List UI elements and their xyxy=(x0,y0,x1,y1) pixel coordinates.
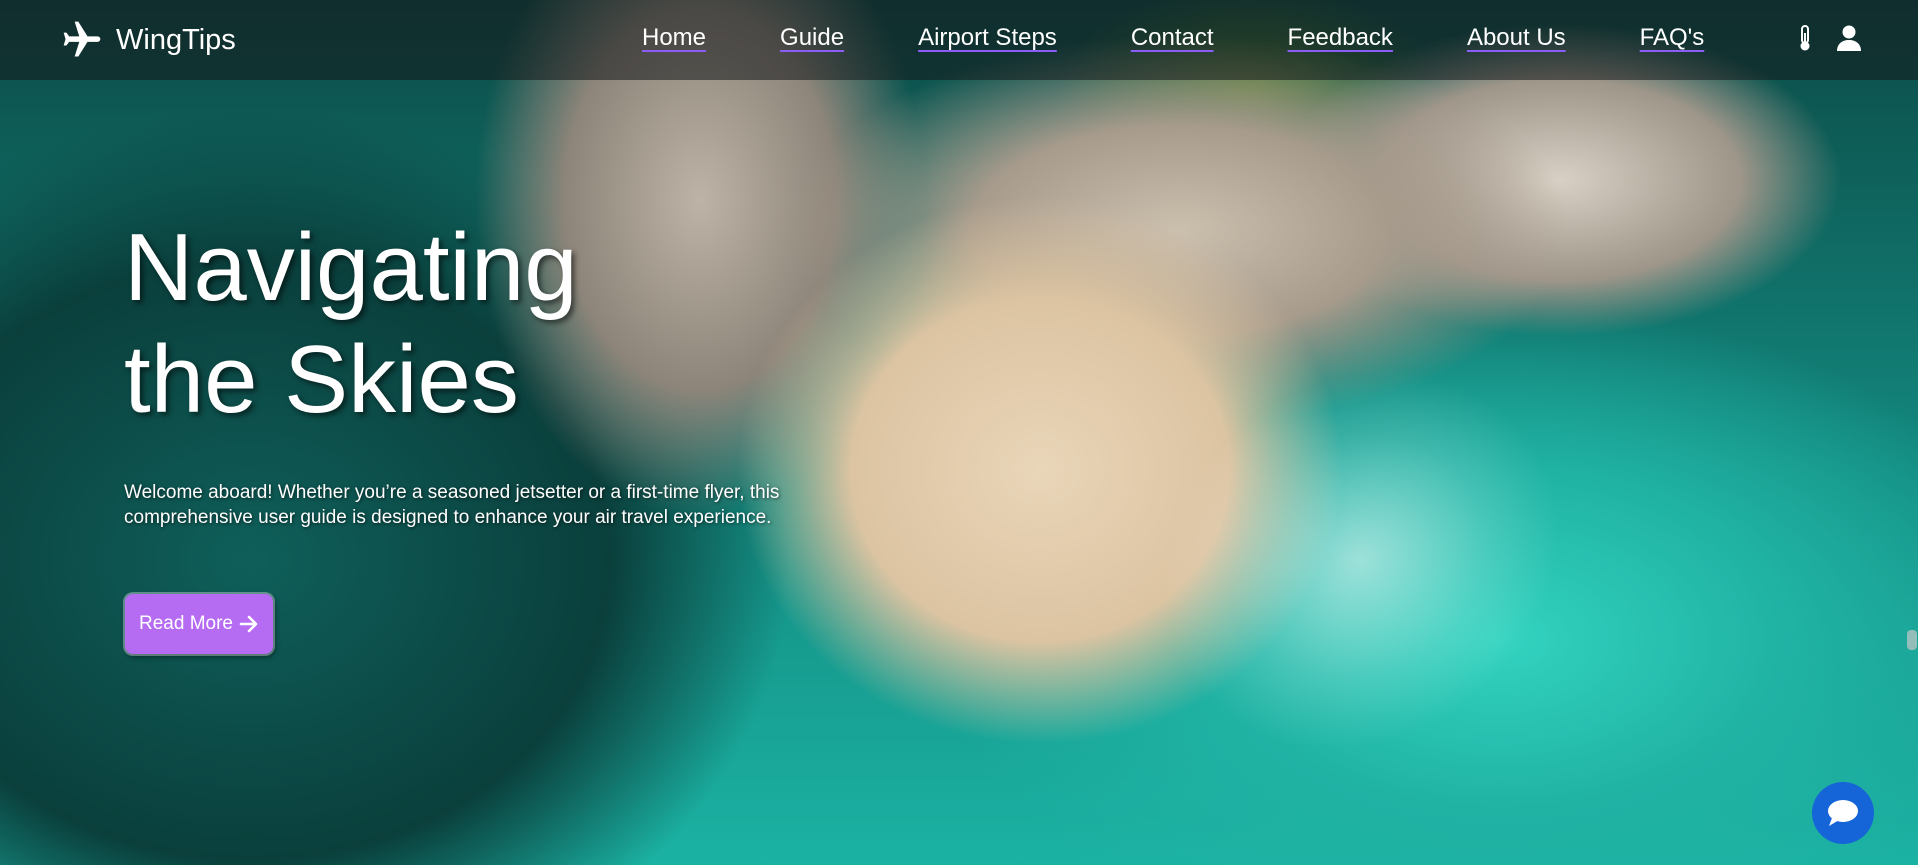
hero-title-line1: Navigating xyxy=(124,214,578,321)
brand-logo[interactable]: WingTips xyxy=(60,18,236,62)
scrollbar[interactable] xyxy=(1904,0,1918,865)
nav-link-faqs[interactable]: FAQ's xyxy=(1640,24,1705,52)
arrow-right-icon xyxy=(239,615,258,633)
hero-title-line2: the Skies xyxy=(124,326,519,433)
nav-link-guide[interactable]: Guide xyxy=(780,24,844,52)
nav-link-feedback[interactable]: Feedback xyxy=(1288,24,1393,52)
nav-links: Home Guide Airport Steps Contact Feedbac… xyxy=(642,24,1704,52)
user-icon[interactable] xyxy=(1836,24,1862,52)
hero-title: Navigating the Skies xyxy=(124,212,764,436)
read-more-button[interactable]: Read More xyxy=(125,594,273,654)
brand-name: WingTips xyxy=(116,23,236,56)
hero-description: Welcome aboard! Whether you’re a seasone… xyxy=(124,482,780,528)
nav-link-airport-steps[interactable]: Airport Steps xyxy=(918,24,1057,52)
navbar: WingTips Home Guide Airport Steps Contac… xyxy=(0,0,1918,80)
thermometer-icon[interactable] xyxy=(1796,24,1814,52)
airplane-icon xyxy=(63,21,101,57)
nav-link-home[interactable]: Home xyxy=(642,24,706,52)
page: WingTips Home Guide Airport Steps Contac… xyxy=(0,0,1918,865)
nav-link-about-us[interactable]: About Us xyxy=(1467,24,1566,52)
nav-link-contact[interactable]: Contact xyxy=(1131,24,1214,52)
read-more-label: Read More xyxy=(139,613,233,634)
chat-button[interactable] xyxy=(1812,782,1874,844)
chat-bubble-icon xyxy=(1828,800,1858,826)
scrollbar-thumb[interactable] xyxy=(1907,630,1917,650)
nav-icons xyxy=(1796,24,1862,52)
